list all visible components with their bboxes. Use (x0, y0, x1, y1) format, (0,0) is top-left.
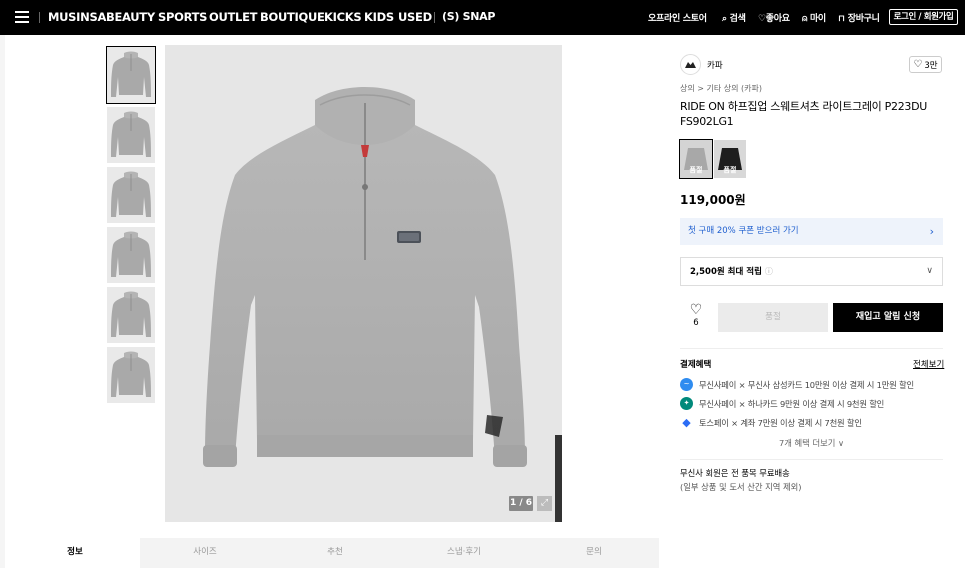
thumbnail-3[interactable] (107, 167, 155, 223)
login-button[interactable]: 로그인 / 회원가입 (889, 9, 958, 25)
points-text: 2,500원 최대 적립 (690, 267, 762, 277)
bag-icon: ⊓ (838, 14, 845, 24)
expand-icon[interactable]: ⤢ (537, 496, 552, 511)
heart-icon: ♡ (913, 59, 923, 70)
sweatshirt-illustration (203, 87, 562, 522)
thumbnail-1[interactable] (106, 46, 156, 104)
nav-outlet[interactable]: OUTLET (209, 10, 257, 24)
thumbnail-image (111, 351, 151, 397)
color-swatch-gray[interactable]: 품절 (679, 139, 713, 179)
musinsa-pay-icon: ~ (680, 378, 693, 391)
heart-icon: ♡ (758, 14, 766, 24)
user-icon: ⍝ (802, 14, 808, 24)
view-all-link[interactable]: 전체보기 (913, 358, 944, 370)
image-counter: 1 / 6 (509, 496, 533, 511)
tab-info[interactable]: 정보 (10, 538, 140, 568)
search-icon: ⌕ (722, 14, 727, 24)
more-benefits-link[interactable]: 7개 혜택 더보기 ∨ (779, 437, 844, 449)
info-icon[interactable]: ⓘ (765, 267, 773, 276)
color-swatch-black[interactable]: 품절 (714, 140, 746, 178)
thumbnail-image (111, 291, 151, 337)
nav-kids[interactable]: KIDS (364, 10, 394, 24)
brand-name[interactable]: 카파 (707, 59, 723, 71)
nav-divider (434, 12, 435, 23)
chevron-down-icon: ∨ (926, 266, 933, 276)
kappa-logo-icon (685, 62, 696, 68)
thumbnail-2[interactable] (107, 107, 155, 163)
coupon-banner[interactable]: 첫 구매 20% 쿠폰 받으러 가기 › (680, 218, 943, 245)
thumbnail-5[interactable] (107, 287, 155, 343)
soldout-badge: 품절 (689, 166, 703, 174)
heart-icon: ♡ (689, 302, 703, 318)
search-link[interactable]: ⌕ 검색 (722, 11, 746, 24)
toss-pay-icon: ◆ (680, 416, 693, 429)
wishlist-count: 6 (693, 318, 699, 328)
thumbnail-image (111, 51, 151, 97)
cart-label: 장바구니 (847, 14, 880, 24)
offline-store-link[interactable]: 오프라인 스토어 (648, 11, 707, 24)
tab-reviews[interactable]: 스냅·후기 (399, 538, 529, 568)
shipping-note: (일부 상품 및 도서 산간 지역 제외) (680, 482, 802, 492)
brand-logo[interactable] (680, 54, 701, 75)
coupon-text: 첫 구매 20% 쿠폰 받으러 가기 (688, 226, 799, 236)
shipping-info: 무신사 회원은 전 품목 무료배송 (680, 468, 790, 478)
search-label: 검색 (729, 14, 746, 24)
soldout-button: 품절 (718, 303, 828, 332)
thumbnail-image (111, 111, 151, 157)
benefit-item: 무신사페이 × 무신사 삼성카드 10만원 이상 결제 시 1만원 할인 (699, 380, 914, 390)
nav-musinsa[interactable]: MUSINSA (48, 10, 106, 24)
thumbnail-6[interactable] (107, 347, 155, 403)
cart-link[interactable]: ⊓ 장바구니 (838, 11, 880, 24)
product-title: RIDE ON 하프집업 스웨트셔츠 라이트그레이 P223DU (680, 100, 928, 113)
benefit-item: 토스페이 × 계좌 7만원 이상 결제 시 7천원 할인 (699, 418, 862, 428)
soldout-badge: 품절 (723, 166, 737, 174)
divider (680, 348, 943, 349)
restock-alert-button[interactable]: 재입고 알림 신청 (833, 303, 943, 332)
nav-used[interactable]: USED (398, 10, 432, 24)
nav-beauty[interactable]: BEAUTY (106, 10, 155, 24)
detail-tabs: 정보 사이즈 추천 스냅·후기 문의 (10, 538, 659, 568)
top-navigation: MUSINSA BEAUTY SPORTS OUTLET BOUTIQUE KI… (0, 0, 965, 35)
brand-like-button[interactable]: ♡ 3만 (909, 56, 942, 73)
wishlist-button[interactable]: ♡ 6 (683, 302, 709, 328)
thumbnail-image (111, 231, 151, 277)
brand-like-count: 3만 (924, 60, 938, 71)
nav-kicks[interactable]: KICKS (324, 10, 362, 24)
tab-size[interactable]: 사이즈 (140, 538, 270, 568)
chevron-right-icon: › (929, 225, 934, 238)
benefits-title: 결제혜택 (680, 360, 712, 370)
main-product-image[interactable] (165, 45, 562, 522)
tab-recommend[interactable]: 추천 (270, 538, 400, 568)
product-price: 119,000원 (680, 193, 746, 207)
thumbnail-4[interactable] (107, 227, 155, 283)
nav-snap[interactable]: (S) SNAP (442, 10, 495, 23)
tab-qna[interactable]: 문의 (529, 538, 659, 568)
divider (680, 459, 943, 460)
product-code: FS902LG1 (680, 115, 734, 128)
my-link[interactable]: ⍝ 마이 (802, 11, 826, 24)
nav-divider (39, 12, 40, 23)
benefit-item: 무신사페이 × 하나카드 9만원 이상 결제 시 9천원 할인 (699, 399, 885, 409)
hana-card-icon: ✦ (680, 397, 693, 410)
points-dropdown[interactable]: 2,500원 최대 적립 ⓘ ∨ (680, 257, 943, 286)
breadcrumb[interactable]: 상의 > 기타 상의 (카파) (680, 83, 762, 94)
thumbnail-image (111, 171, 151, 217)
nav-boutique[interactable]: BOUTIQUE (260, 10, 325, 24)
menu-icon[interactable] (15, 11, 29, 23)
like-label: 좋아요 (765, 14, 790, 24)
my-label: 마이 (809, 14, 826, 24)
like-link[interactable]: ♡좋아요 (758, 11, 790, 24)
nav-sports[interactable]: SPORTS (158, 10, 207, 24)
